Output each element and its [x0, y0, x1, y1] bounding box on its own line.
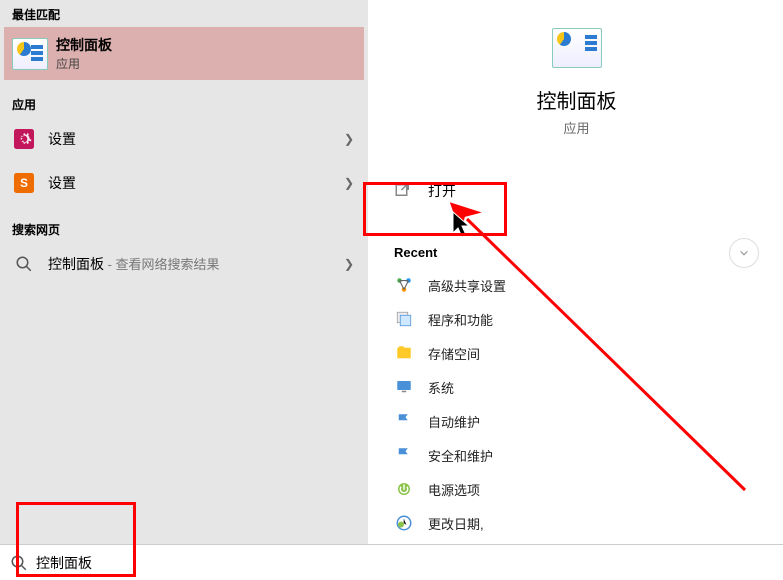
svg-text:S: S — [20, 177, 28, 190]
recent-item[interactable]: 更改日期, — [370, 506, 783, 540]
best-match-title: 控制面板 — [56, 35, 112, 55]
chevron-right-icon: ❯ — [344, 257, 354, 271]
app-item-settings-1[interactable]: 设置 ❯ — [0, 117, 368, 161]
detail-subtitle: 应用 — [370, 118, 783, 137]
detail-title: 控制面板 — [370, 85, 783, 114]
recent-item[interactable]: 高级共享设置 — [370, 268, 783, 302]
search-icon — [12, 252, 36, 276]
web-header: 搜索网页 — [0, 215, 368, 242]
recent-label: 电源选项 — [428, 480, 480, 499]
search-bar — [0, 544, 783, 580]
app-label: 设置 — [48, 129, 76, 149]
detail-panel: 控制面板 应用 打开 Recent 高级共享设置 程序和功能 存储空间 系统 自… — [370, 0, 783, 580]
best-match-header: 最佳匹配 — [0, 0, 368, 27]
chevron-right-icon: ❯ — [344, 132, 354, 146]
recent-header: Recent — [370, 215, 783, 268]
search-results-panel: 最佳匹配 控制面板 应用 应用 设置 ❯ S 设置 ❯ 搜索网页 控制面板 - … — [0, 0, 368, 580]
open-icon — [394, 181, 414, 201]
recent-label: 程序和功能 — [428, 310, 493, 329]
flag-icon — [394, 411, 414, 431]
recent-label: 自动维护 — [428, 412, 480, 431]
best-match-control-panel[interactable]: 控制面板 应用 — [4, 27, 364, 80]
detail-header: 控制面板 应用 — [370, 0, 783, 137]
programs-icon — [394, 309, 414, 329]
folder-icon — [394, 343, 414, 363]
recent-item[interactable]: 电源选项 — [370, 472, 783, 506]
apps-header: 应用 — [0, 90, 368, 117]
web-search-item[interactable]: 控制面板 - 查看网络搜索结果 ❯ — [0, 242, 368, 286]
recent-item[interactable]: 系统 — [370, 370, 783, 404]
recent-label: 系统 — [428, 378, 454, 397]
app-item-settings-2[interactable]: S 设置 ❯ — [0, 161, 368, 205]
recent-label: 存储空间 — [428, 344, 480, 363]
recent-item[interactable]: 存储空间 — [370, 336, 783, 370]
open-label: 打开 — [428, 181, 456, 201]
recent-item[interactable]: 程序和功能 — [370, 302, 783, 336]
network-icon — [394, 275, 414, 295]
chevron-right-icon: ❯ — [344, 176, 354, 190]
control-panel-icon — [12, 40, 48, 68]
expand-button[interactable] — [729, 238, 759, 268]
monitor-icon — [394, 377, 414, 397]
search-input[interactable] — [36, 555, 773, 571]
best-match-subtitle: 应用 — [56, 55, 112, 72]
power-icon — [394, 479, 414, 499]
search-icon — [10, 554, 28, 572]
settings-orange-icon: S — [12, 171, 36, 195]
recent-label: 更改日期, — [428, 514, 484, 533]
clock-icon — [394, 513, 414, 533]
control-panel-large-icon — [552, 28, 602, 68]
recent-label: 高级共享设置 — [428, 276, 506, 295]
recent-item[interactable]: 安全和维护 — [370, 438, 783, 472]
web-label: 控制面板 - 查看网络搜索结果 — [48, 254, 220, 274]
open-action[interactable]: 打开 — [370, 167, 783, 215]
app-label: 设置 — [48, 173, 76, 193]
gear-icon — [12, 127, 36, 151]
recent-label: 安全和维护 — [428, 446, 493, 465]
flag-icon — [394, 445, 414, 465]
recent-item[interactable]: 自动维护 — [370, 404, 783, 438]
